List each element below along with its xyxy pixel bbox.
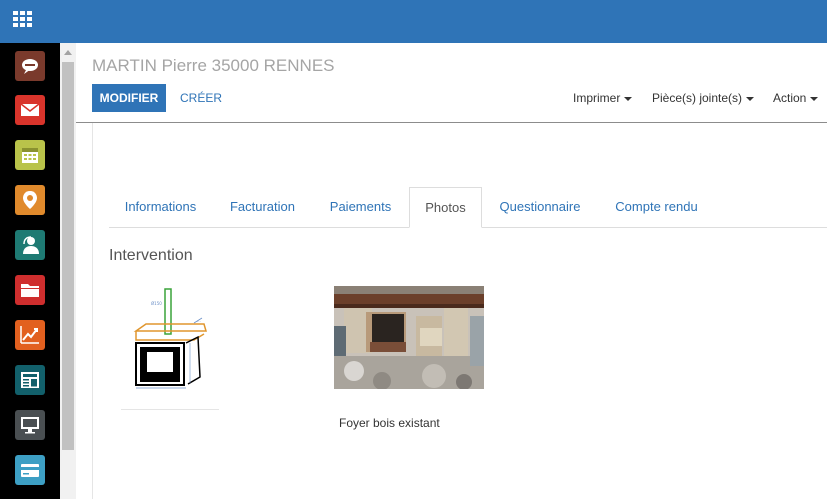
svg-text:...: ...	[197, 318, 201, 323]
top-bar	[0, 0, 827, 43]
print-menu-label: Imprimer	[573, 91, 621, 105]
attachments-menu[interactable]: Pièce(s) jointe(s)	[652, 91, 755, 105]
tab-informations[interactable]: Informations	[111, 187, 210, 228]
scrollbar-thumb[interactable]	[62, 62, 74, 450]
edit-button[interactable]: MODIFIER	[92, 84, 166, 112]
sheet-border	[92, 123, 93, 499]
chat-icon[interactable]	[15, 51, 45, 81]
photo-caption: Foyer bois existant	[339, 416, 440, 430]
tab-photos[interactable]: Photos	[409, 187, 482, 228]
image-divider	[121, 409, 219, 410]
tab-compte-rendu[interactable]: Compte rendu	[603, 187, 710, 228]
create-button[interactable]: CRÉER	[180, 84, 222, 112]
chevron-down-icon	[624, 96, 633, 101]
tab-questionnaire[interactable]: Questionnaire	[488, 187, 592, 228]
monitor-icon[interactable]	[15, 410, 45, 440]
chevron-down-icon	[810, 96, 819, 101]
main-content: MARTIN Pierre 35000 RENNES MODIFIER CRÉE…	[76, 43, 827, 499]
page-title: MARTIN Pierre 35000 RENNES	[92, 56, 335, 75]
app-sidebar	[0, 43, 60, 499]
chevron-down-icon	[746, 96, 755, 101]
svg-text:Ø150: Ø150	[151, 301, 162, 306]
action-menu[interactable]: Action	[773, 91, 819, 105]
fireplace-sketch-image[interactable]: Ø150 ...	[124, 287, 224, 397]
mail-icon[interactable]	[15, 95, 45, 125]
tab-paiements[interactable]: Paiements	[316, 187, 405, 228]
header-divider	[76, 122, 827, 123]
folder-icon[interactable]	[15, 275, 45, 305]
calendar-icon[interactable]	[15, 140, 45, 170]
action-menu-label: Action	[773, 91, 807, 105]
location-icon[interactable]	[15, 185, 45, 215]
print-menu[interactable]: Imprimer	[573, 91, 633, 105]
chart-icon[interactable]	[15, 320, 45, 350]
card-icon[interactable]	[15, 455, 45, 485]
scroll-up-icon[interactable]	[64, 50, 72, 55]
support-icon[interactable]	[15, 230, 45, 260]
fireplace-photo-image[interactable]	[334, 286, 484, 389]
attachments-menu-label: Pièce(s) jointe(s)	[652, 91, 743, 105]
newspaper-icon[interactable]	[15, 365, 45, 395]
apps-grid-icon[interactable]	[13, 11, 32, 28]
tab-facturation[interactable]: Facturation	[217, 187, 308, 228]
section-title: Intervention	[109, 247, 193, 264]
